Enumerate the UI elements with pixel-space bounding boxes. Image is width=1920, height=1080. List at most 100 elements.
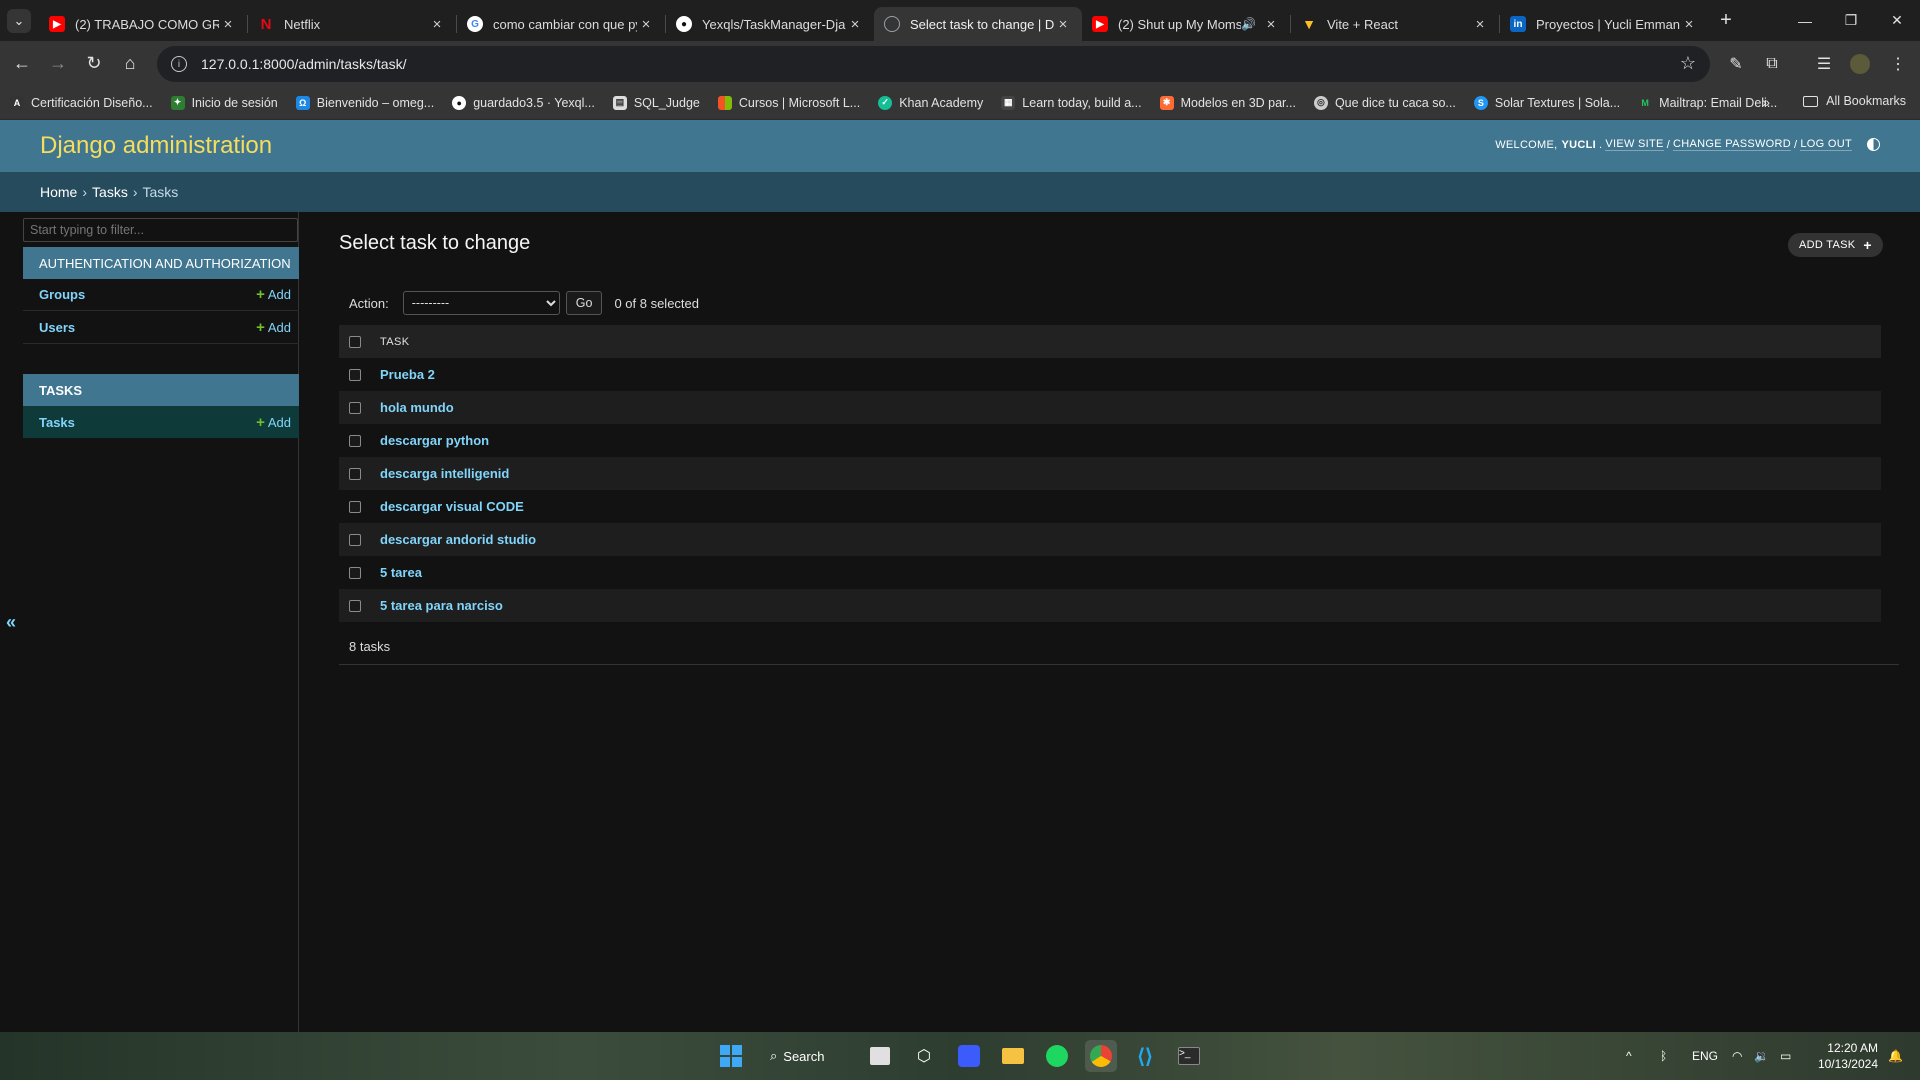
language-indicator[interactable]: ENG xyxy=(1692,1032,1718,1080)
nav-filter-input[interactable] xyxy=(23,218,298,242)
tab-search-button[interactable]: ⌄ xyxy=(7,8,31,33)
close-tab-icon[interactable]: × xyxy=(846,16,864,33)
forward-arrow-icon[interactable]: → xyxy=(40,46,76,82)
pen-extension-icon[interactable]: ✎ xyxy=(1718,41,1754,86)
browser-tab[interactable]: ▶ (2) TRABAJO COMO GRAFI × xyxy=(39,7,247,41)
users-add-link[interactable]: + Add xyxy=(256,319,291,336)
tasks-add-link[interactable]: + Add xyxy=(256,414,291,431)
bookmark-item[interactable]: ◎ Que dice tu caca so... xyxy=(1313,95,1456,110)
bookmark-item[interactable]: ▦ Learn today, build a... xyxy=(1001,95,1142,110)
site-info-icon[interactable]: i xyxy=(171,56,187,72)
notification-icon[interactable]: 🔔 xyxy=(1888,1032,1903,1080)
users-link[interactable]: Users xyxy=(39,320,75,335)
close-tab-icon[interactable]: × xyxy=(1054,16,1072,33)
spotify-icon[interactable] xyxy=(1041,1040,1073,1072)
column-header-task[interactable]: TASK xyxy=(380,336,410,348)
add-task-button[interactable]: ADD TASK + xyxy=(1788,233,1883,257)
chevron-up-icon[interactable]: ^ xyxy=(1626,1032,1632,1080)
groups-add-link[interactable]: + Add xyxy=(256,286,291,303)
app-caption-tasks[interactable]: TASKS xyxy=(23,374,299,406)
log-out-link[interactable]: LOG OUT xyxy=(1800,138,1852,151)
browser-tab[interactable]: ▼ Vite + React × xyxy=(1291,7,1499,41)
bookmark-item[interactable]: Ω Bienvenido – omeg... xyxy=(295,95,434,110)
view-site-link[interactable]: VIEW SITE xyxy=(1605,138,1664,151)
breadcrumb-app-link[interactable]: Tasks xyxy=(92,184,128,200)
reload-icon[interactable]: ↻ xyxy=(76,46,112,82)
browser-tab[interactable]: N Netflix × xyxy=(248,7,456,41)
wifi-icon[interactable]: ◠ xyxy=(1732,1032,1742,1080)
row-checkbox[interactable] xyxy=(349,533,361,546)
vscode-icon[interactable]: ⟨⟩ xyxy=(1129,1040,1161,1072)
task-link[interactable]: Prueba 2 xyxy=(380,367,435,382)
microsoft-store-icon[interactable] xyxy=(864,1040,896,1072)
taskbar-search-button[interactable]: ⌕ Search xyxy=(770,1041,824,1071)
row-checkbox[interactable] xyxy=(349,434,361,447)
kebab-menu-icon[interactable]: ⋮ xyxy=(1880,41,1916,86)
close-tab-icon[interactable]: × xyxy=(637,16,655,33)
profile-avatar[interactable] xyxy=(1842,41,1878,86)
task-link[interactable]: descargar andorid studio xyxy=(380,532,536,547)
groups-link[interactable]: Groups xyxy=(39,287,85,302)
action-select[interactable]: --------- xyxy=(402,291,560,315)
task-link[interactable]: 5 tarea para narciso xyxy=(380,598,503,613)
task-link[interactable]: hola mundo xyxy=(380,400,454,415)
address-bar[interactable]: i 127.0.0.1:8000/admin/tasks/task/ ☆ xyxy=(157,46,1710,82)
browser-tab-active[interactable]: Select task to change | Dj × xyxy=(874,7,1082,41)
browser-tab[interactable]: in Proyectos | Yucli Emmanu × xyxy=(1500,7,1708,41)
browser-tab[interactable]: G como cambiar con que py × xyxy=(457,7,665,41)
close-window-icon[interactable]: ✕ xyxy=(1874,0,1920,41)
task-link[interactable]: descargar visual CODE xyxy=(380,499,524,514)
chevron-double-right-icon[interactable]: » xyxy=(1762,94,1770,110)
row-checkbox[interactable] xyxy=(349,500,361,513)
minimize-icon[interactable]: — xyxy=(1782,0,1828,41)
theme-toggle-icon[interactable] xyxy=(1867,138,1880,151)
row-checkbox[interactable] xyxy=(349,599,361,612)
close-tab-icon[interactable]: × xyxy=(428,16,446,33)
bookmark-item[interactable]: ✓ Khan Academy xyxy=(878,95,983,110)
select-all-checkbox[interactable] xyxy=(349,335,361,348)
go-button[interactable]: Go xyxy=(565,291,603,315)
battery-icon[interactable]: ▭ xyxy=(1780,1032,1791,1080)
bookmark-item[interactable]: A Certificación Diseño... xyxy=(10,95,153,110)
chrome-icon[interactable] xyxy=(1085,1040,1117,1072)
toggle-sidebar-icon[interactable]: « xyxy=(6,612,16,633)
bluetooth-icon[interactable]: ᛒ xyxy=(1660,1032,1667,1080)
task-link[interactable]: descargar python xyxy=(380,433,489,448)
row-checkbox[interactable] xyxy=(349,368,361,381)
home-icon[interactable]: ⌂ xyxy=(112,46,148,82)
restore-icon[interactable]: ❐ xyxy=(1828,0,1874,41)
app-caption-auth[interactable]: AUTHENTICATION AND AUTHORIZATION xyxy=(23,247,299,279)
breadcrumb-home-link[interactable]: Home xyxy=(40,184,77,200)
close-tab-icon[interactable]: × xyxy=(1262,16,1280,33)
site-branding[interactable]: Django administration xyxy=(40,132,272,160)
bookmark-item[interactable]: ● guardado3.5 · Yexql... xyxy=(452,95,595,110)
browser-tab[interactable]: ▶ (2) Shut up My Moms 🔊 × xyxy=(1082,7,1290,41)
bookmark-item[interactable]: M Mailtrap: Email Deli... xyxy=(1638,96,1777,110)
file-explorer-icon[interactable] xyxy=(997,1040,1029,1072)
close-tab-icon[interactable]: × xyxy=(1471,16,1489,33)
row-checkbox[interactable] xyxy=(349,467,361,480)
task-link[interactable]: 5 tarea xyxy=(380,565,422,580)
bookmark-item[interactable]: ▤ SQL_Judge xyxy=(612,95,700,110)
close-tab-icon[interactable]: × xyxy=(219,16,237,33)
close-tab-icon[interactable]: × xyxy=(1680,16,1698,33)
row-checkbox[interactable] xyxy=(349,566,361,579)
change-password-link[interactable]: CHANGE PASSWORD xyxy=(1673,138,1792,151)
media-queue-icon[interactable]: ☰ xyxy=(1806,41,1842,86)
bookmark-item[interactable]: S Solar Textures | Sola... xyxy=(1473,95,1620,110)
task-link[interactable]: descarga intelligenid xyxy=(380,466,509,481)
terminal-icon[interactable]: >_ xyxy=(1173,1040,1205,1072)
tasks-link[interactable]: Tasks xyxy=(39,415,75,430)
windows-start-icon[interactable] xyxy=(715,1040,747,1072)
all-bookmarks-button[interactable]: All Bookmarks xyxy=(1803,94,1906,108)
editor-app-icon[interactable] xyxy=(953,1040,985,1072)
back-arrow-icon[interactable]: ← xyxy=(4,46,40,82)
extensions-puzzle-icon[interactable]: ⧉ xyxy=(1754,41,1790,86)
speaker-icon[interactable]: 🔊 xyxy=(1241,17,1256,31)
browser-tab[interactable]: ● Yexqls/TaskManager-Djan × xyxy=(666,7,874,41)
bookmark-item[interactable]: ✦ Inicio de sesión xyxy=(170,95,278,110)
app-hexagon-icon[interactable]: ⬡ xyxy=(908,1040,940,1072)
url-text[interactable]: 127.0.0.1:8000/admin/tasks/task/ xyxy=(201,56,406,72)
system-clock[interactable]: 12:20 AM 10/13/2024 xyxy=(1818,1040,1878,1072)
bookmark-item[interactable]: Cursos | Microsoft L... xyxy=(717,95,860,110)
